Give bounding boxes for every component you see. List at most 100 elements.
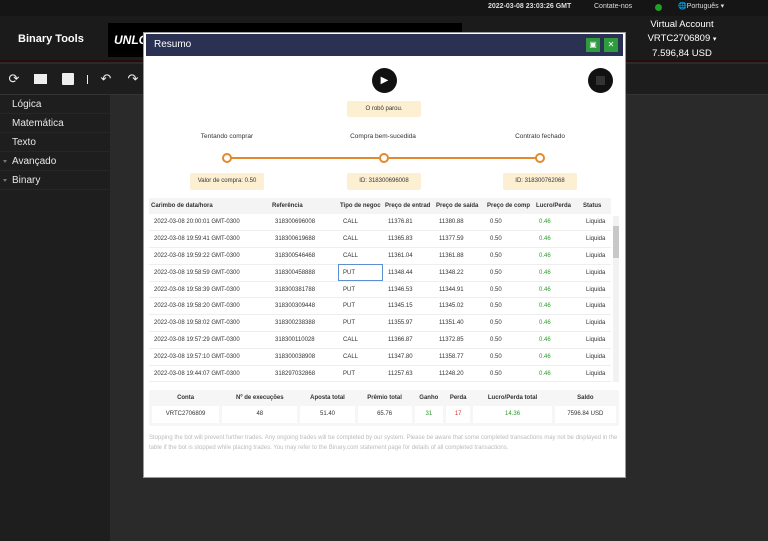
- sidebar-item-texto[interactable]: Texto: [0, 133, 110, 152]
- table-row[interactable]: 2022-03-08 19:58:59 GMT-0300 318300458888…: [149, 264, 611, 282]
- summary-header: Saldo: [577, 395, 594, 401]
- step-node: [222, 153, 232, 163]
- summary-cell: VRTC2706809: [148, 406, 223, 426]
- table-cell: 0.46: [534, 247, 581, 265]
- stop-bot-button[interactable]: [588, 68, 613, 93]
- table-cell: Liquida: [581, 214, 611, 232]
- table-cell: 2022-03-08 19:57:10 GMT-0300: [149, 348, 270, 366]
- account-selector[interactable]: Virtual Account VRTC2706809 ▾ 7.596,84 U…: [632, 18, 732, 61]
- table-cell: 11345.02: [434, 297, 485, 316]
- table-cell: Liquida: [581, 365, 611, 382]
- table-row[interactable]: 2022-03-08 19:58:02 GMT-0300 318300238388…: [149, 314, 611, 333]
- top-bar: 2022-03-08 23:03:26 GMT Contate-nos 🌐Por…: [0, 0, 768, 16]
- table-scrollbar[interactable]: [613, 216, 619, 382]
- table-row[interactable]: 2022-03-08 19:59:22 GMT-0300 318300546468…: [149, 247, 611, 265]
- column-header: Lucro/Perda: [534, 198, 581, 214]
- table-cell: PUT: [338, 314, 383, 333]
- account-id: VRTC2706809: [647, 33, 711, 44]
- play-icon: ▶: [380, 75, 389, 86]
- folder-icon[interactable]: [34, 74, 47, 84]
- sidebar-item-binary[interactable]: Binary: [0, 171, 110, 190]
- table-header: Carimbo de data/hora Referência Tipo de ne…: [149, 198, 611, 214]
- summary-cell: 31: [411, 406, 446, 426]
- close-button[interactable]: ✕: [604, 38, 618, 52]
- language-selector[interactable]: 🌐Português ▾: [678, 2, 724, 10]
- save-icon[interactable]: [62, 73, 74, 85]
- step-label: Tentando comprar: [200, 133, 254, 140]
- table-cell: Liquida: [581, 314, 611, 333]
- table-cell: 11344.91: [434, 281, 485, 299]
- toolbar-divider: [87, 75, 88, 84]
- table-cell: 11372.85: [434, 331, 485, 349]
- table-cell: 11347.80: [383, 348, 434, 366]
- table-row[interactable]: 2022-03-08 20:00:01 GMT-0300 318300696008…: [149, 214, 611, 232]
- stop-icon: [596, 76, 605, 85]
- table-row[interactable]: 2022-03-08 19:59:41 GMT-0300 318300619688…: [149, 230, 611, 249]
- table-cell: 2022-03-08 19:58:59 GMT-0300: [149, 264, 270, 282]
- table-cell: 11366.87: [383, 331, 434, 349]
- table-row[interactable]: 2022-03-08 19:58:39 GMT-0300 318300381788…: [149, 281, 611, 299]
- summary-cell: 14.36: [470, 406, 555, 426]
- stop-bot-note: Stopping the bot will prevent further tr…: [149, 435, 618, 451]
- table-cell: CALL: [338, 247, 383, 265]
- caret-icon: [3, 179, 7, 182]
- table-cell: 2022-03-08 19:58:20 GMT-0300: [149, 297, 270, 316]
- reload-icon[interactable]: ⟳: [7, 72, 21, 86]
- table-cell: 318300238388: [270, 314, 338, 333]
- table-cell: 0.46: [534, 365, 581, 382]
- table-cell: 2022-03-08 19:58:39 GMT-0300: [149, 281, 270, 299]
- table-cell: 0.46: [534, 281, 581, 299]
- table-cell: 318300309448: [270, 297, 338, 316]
- table-cell: 2022-03-08 20:00:01 GMT-0300: [149, 214, 270, 232]
- sidebar-item-avancado[interactable]: Avançado: [0, 152, 110, 171]
- table-cell: 318300381788: [270, 281, 338, 299]
- table-cell: 0.46: [534, 297, 581, 316]
- step-node: [379, 153, 389, 163]
- summary-table: Conta Nº de execuções Aposta total Prêmio t…: [148, 390, 620, 426]
- table-cell: 0.50: [485, 264, 534, 282]
- step-info: ID: 318300762068: [503, 173, 577, 190]
- table-cell: 2022-03-08 19:44:07 GMT-0300: [149, 365, 270, 382]
- sidebar-item-matematica[interactable]: Matemática: [0, 114, 110, 133]
- trades-table[interactable]: Carimbo de data/hora Referência Tipo de ne…: [149, 198, 619, 382]
- summary-header: Perda: [449, 395, 467, 401]
- column-header: Preço de saída: [434, 198, 485, 214]
- sidebar-item-label: Binary: [12, 175, 41, 186]
- download-button[interactable]: ▣: [586, 38, 600, 52]
- table-cell: 0.46: [534, 230, 581, 249]
- table-row[interactable]: 2022-03-08 19:58:20 GMT-0300 318300309448…: [149, 297, 611, 316]
- table-cell: 0.50: [485, 331, 534, 349]
- table-row[interactable]: 2022-03-08 19:57:10 GMT-0300 318300038908…: [149, 348, 611, 366]
- table-row[interactable]: 2022-03-08 19:57:29 GMT-0300 318300110028…: [149, 331, 611, 349]
- chevron-down-icon: ▾: [712, 36, 717, 43]
- table-cell: 11248.20: [434, 365, 485, 382]
- table-cell: Liquida: [581, 297, 611, 316]
- table-cell: 0.50: [485, 314, 534, 333]
- run-bot-button[interactable]: ▶: [372, 68, 397, 93]
- table-cell: 0.50: [485, 297, 534, 316]
- table-cell: 318300546468: [270, 247, 338, 265]
- column-header: Carimbo de data/hora: [149, 198, 270, 214]
- sidebar-item-label: Matemática: [12, 118, 64, 129]
- table-cell: 11361.04: [383, 247, 434, 265]
- table-cell: 318300038908: [270, 348, 338, 366]
- table-cell: CALL: [338, 230, 383, 249]
- undo-icon[interactable]: ↶: [99, 72, 113, 86]
- summary-cell: 51.40: [297, 406, 358, 426]
- summary-cell: 7596.84 USD: [551, 406, 620, 426]
- connection-status-icon: [655, 4, 662, 11]
- table-cell: Liquida: [581, 247, 611, 265]
- table-row[interactable]: 2022-03-08 19:44:07 GMT-0300 318297032868…: [149, 365, 611, 382]
- contact-link[interactable]: Contate-nos: [594, 3, 632, 10]
- table-cell: 318300696008: [270, 214, 338, 232]
- table-cell: 0.46: [534, 314, 581, 333]
- table-cell: 11348.44: [383, 264, 434, 282]
- table-cell: Liquida: [581, 331, 611, 349]
- table-cell: 318300619688: [270, 230, 338, 249]
- table-cell: 11355.97: [383, 314, 434, 333]
- sidebar-item-logica[interactable]: Lógica: [0, 95, 110, 114]
- language-label: Português: [686, 3, 719, 10]
- table-cell: 2022-03-08 19:59:41 GMT-0300: [149, 230, 270, 249]
- account-balance: 7.596,84 USD: [652, 48, 712, 59]
- redo-icon[interactable]: ↷: [126, 72, 140, 86]
